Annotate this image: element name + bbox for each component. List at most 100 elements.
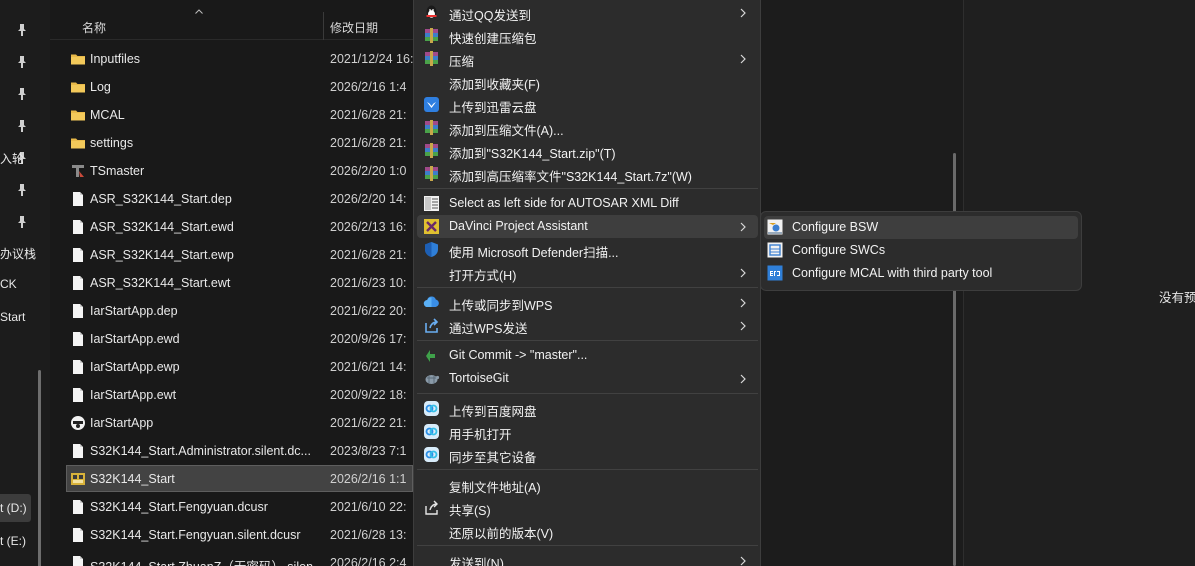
- file-row[interactable]: IarStartApp.ewp 2021/6/21 14:: [50, 353, 413, 381]
- column-header-name[interactable]: 名称: [82, 19, 106, 36]
- file-name: IarStartApp.ewt: [90, 388, 177, 402]
- nav-item-label[interactable]: 入轮: [0, 150, 24, 167]
- file-row[interactable]: S32K144_Start.ZhuanZ（无密码）.silen... 2026/2…: [50, 549, 413, 566]
- file-row[interactable]: Inputfiles 2021/12/24 16:: [50, 45, 413, 73]
- nav-item-label[interactable]: Start: [0, 310, 25, 324]
- context-menu-item-label: TortoiseGit: [449, 371, 509, 385]
- chevron-right-icon: [740, 54, 746, 64]
- file-icon: [70, 359, 86, 375]
- file-row[interactable]: IarStartApp.ewt 2020/9/22 18:: [50, 381, 413, 409]
- sort-ascending-icon: [195, 9, 203, 14]
- file-row[interactable]: S32K144_Start.Administrator.silent.dc...…: [50, 437, 413, 465]
- navigation-pane: 入轮 办议栈 CK Start t (D:) t (E:): [0, 0, 50, 566]
- submenu-item[interactable]: Configure BSW: [764, 216, 1078, 239]
- context-menu-item[interactable]: 添加到收藏夹(F): [417, 70, 758, 93]
- context-menu-item[interactable]: TortoiseGit: [417, 367, 758, 390]
- menu-separator: [417, 188, 758, 189]
- file-row[interactable]: Log 2026/2/16 1:4: [50, 73, 413, 101]
- context-menu-item[interactable]: 添加到"S32K144_Start.zip"(T): [417, 139, 758, 162]
- wps-cloud-icon: [423, 294, 440, 311]
- column-header-date[interactable]: 修改日期: [330, 19, 378, 36]
- context-menu-item[interactable]: 复制文件地址(A): [417, 473, 758, 496]
- file-row[interactable]: IarStartApp.dep 2021/6/22 20:: [50, 297, 413, 325]
- file-row[interactable]: IarStartApp.ewd 2020/9/26 17:: [50, 325, 413, 353]
- context-menu-item[interactable]: DaVinci Project Assistant: [417, 215, 758, 238]
- chevron-right-icon: [740, 268, 746, 278]
- file-row[interactable]: ASR_S32K144_Start.ewt 2021/6/23 10:: [50, 269, 413, 297]
- context-menu-item[interactable]: 快速创建压缩包: [417, 24, 758, 47]
- file-name: IarStartApp: [90, 416, 154, 430]
- context-menu-item-label: 快速创建压缩包: [449, 32, 537, 46]
- context-menu-item[interactable]: 添加到高压缩率文件"S32K144_Start.7z"(W): [417, 162, 758, 185]
- menu-separator: [417, 340, 758, 341]
- defender-shield-icon: [423, 241, 440, 258]
- context-menu-item[interactable]: 添加到压缩文件(A)...: [417, 116, 758, 139]
- context-menu-item[interactable]: 上传到迅雷云盘: [417, 93, 758, 116]
- file-row[interactable]: ASR_S32K144_Start.ewd 2026/2/13 16:: [50, 213, 413, 241]
- context-menu-item-label: 添加到收藏夹(F): [449, 78, 540, 92]
- folder-icon: [70, 135, 86, 151]
- file-name: TSmaster: [90, 164, 145, 178]
- context-menu-item-label: 还原以前的版本(V): [449, 527, 554, 541]
- file-name: ASR_S32K144_Start.ewd: [90, 220, 234, 234]
- context-menu-item[interactable]: 使用 Microsoft Defender扫描...: [417, 238, 758, 261]
- context-menu: 通过QQ发送到快速创建压缩包 压缩添加到收藏夹(F) 上传到迅雷云盘添加到压缩文件(…: [413, 0, 761, 566]
- context-menu-item[interactable]: 打开方式(H): [417, 261, 758, 284]
- file-row[interactable]: ASR_S32K144_Start.dep 2026/2/20 14:: [50, 185, 413, 213]
- file-name: Log: [90, 80, 111, 94]
- context-menu-item-label: 打开方式(H): [449, 269, 517, 283]
- file-modified-date: 2021/6/10 22:: [330, 500, 407, 514]
- baidu-netdisk-icon: [423, 400, 440, 417]
- file-row[interactable]: ASR_S32K144_Start.ewp 2021/6/28 21:: [50, 241, 413, 269]
- pin-icon: [17, 56, 27, 68]
- submenu-item-label: Configure SWCs: [792, 243, 886, 257]
- file-row-selected[interactable]: S32K144_Start 2026/2/16 1:1: [50, 465, 413, 493]
- file-row[interactable]: S32K144_Start.Fengyuan.dcusr 2021/6/10 22…: [50, 493, 413, 521]
- context-menu-item[interactable]: 通过QQ发送到: [417, 1, 758, 24]
- context-menu-item[interactable]: 上传到百度网盘: [417, 397, 758, 420]
- submenu-item[interactable]: Configure SWCs: [764, 239, 1078, 262]
- preview-message: 没有预: [1159, 291, 1195, 305]
- context-menu-item-label: 复制文件地址(A): [449, 481, 541, 495]
- nav-item-label[interactable]: CK: [0, 277, 17, 291]
- file-row[interactable]: S32K144_Start.Fengyuan.silent.dcusr 2021/…: [50, 521, 413, 549]
- submenu-item-label: Configure BSW: [792, 220, 879, 234]
- pin-icon: [17, 216, 27, 228]
- context-menu-item[interactable]: 发送到(N): [417, 549, 758, 566]
- davinci-submenu: Configure BSW Configure SWCs Configure MCA…: [760, 211, 1082, 291]
- nav-drive-e[interactable]: t (E:): [0, 534, 26, 548]
- file-modified-date: 2021/6/21 14:: [330, 360, 407, 374]
- context-menu-item[interactable]: 上传或同步到WPS: [417, 291, 758, 314]
- pin-icon: [17, 88, 27, 100]
- menu-separator: [417, 287, 758, 288]
- file-name: ASR_S32K144_Start.ewt: [90, 276, 231, 290]
- nav-drive-d[interactable]: t (D:): [0, 501, 27, 515]
- context-menu-item[interactable]: 还原以前的版本(V): [417, 519, 758, 542]
- file-row[interactable]: settings 2021/6/28 21:: [50, 129, 413, 157]
- context-menu-item[interactable]: 通过WPS发送: [417, 314, 758, 337]
- context-menu-item-label: 添加到压缩文件(A)...: [449, 124, 564, 138]
- nav-item-label[interactable]: 办议栈: [0, 245, 36, 262]
- context-menu-item[interactable]: 用手机打开: [417, 420, 758, 443]
- file-modified-date: 2026/2/16 1:4: [330, 80, 407, 94]
- submenu-item[interactable]: Configure MCAL with third party tool: [764, 262, 1078, 285]
- chevron-right-icon: [740, 298, 746, 308]
- context-menu-item-label: Git Commit -> "master"...: [449, 348, 588, 362]
- file-name: IarStartApp.dep: [90, 304, 178, 318]
- file-row[interactable]: TSmaster 2026/2/20 1:0: [50, 157, 413, 185]
- file-row[interactable]: MCAL 2021/6/28 21:: [50, 101, 413, 129]
- context-menu-item[interactable]: 共享(S): [417, 496, 758, 519]
- context-menu-item[interactable]: Git Commit -> "master"...: [417, 344, 758, 367]
- file-row[interactable]: IarStartApp 2021/6/22 21:: [50, 409, 413, 437]
- file-icon: [70, 443, 86, 459]
- nav-scrollbar[interactable]: [38, 370, 41, 566]
- context-menu-item[interactable]: Select as left side for AUTOSAR XML Diff: [417, 192, 758, 215]
- davinci-project-icon: [70, 471, 86, 487]
- file-modified-date: 2026/2/20 1:0: [330, 164, 407, 178]
- context-menu-item[interactable]: 压缩: [417, 47, 758, 70]
- pin-icon: [17, 184, 27, 196]
- column-divider[interactable]: [323, 12, 324, 40]
- file-icon: [70, 303, 86, 319]
- file-modified-date: 2021/6/22 21:: [330, 416, 407, 430]
- context-menu-item[interactable]: 同步至其它设备: [417, 443, 758, 466]
